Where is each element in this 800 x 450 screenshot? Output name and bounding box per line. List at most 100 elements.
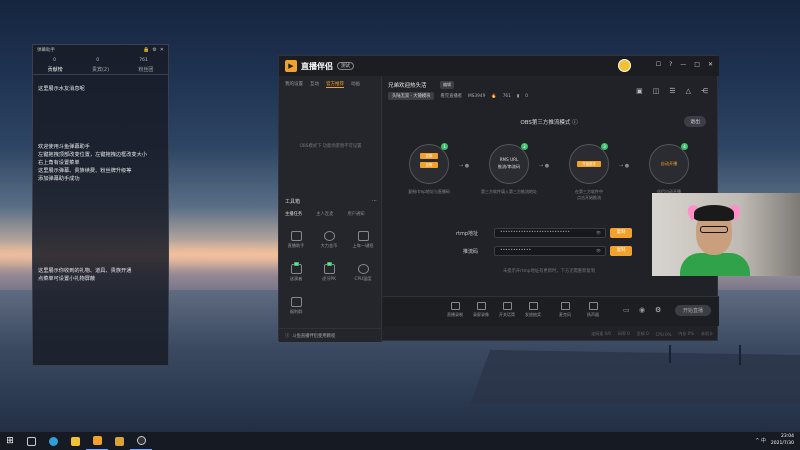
toolbar-label: 录屏录像 — [473, 312, 489, 317]
camera-icon — [476, 302, 486, 310]
webcam-person-shirt — [680, 253, 750, 276]
gear-icon[interactable]: ⚙ — [152, 47, 156, 53]
clock-time: 23:04 — [781, 434, 794, 439]
webcam-person-hair — [694, 205, 734, 221]
list-icon[interactable]: ☰ — [669, 87, 675, 95]
tab-animation[interactable]: 动画 — [351, 81, 360, 88]
status-bitrate: 码率 0 — [617, 331, 630, 336]
tool-sender[interactable]: N 送演者 — [282, 262, 310, 282]
step-copy-button[interactable]: 复制 — [420, 162, 438, 168]
step-number: 1 — [441, 143, 448, 150]
webcam-person-glasses — [700, 226, 728, 233]
bag-icon[interactable]: ◫ — [653, 87, 660, 95]
pier-illustration — [470, 345, 800, 405]
exit-obs-button[interactable]: 退出 — [684, 116, 706, 127]
help-icon[interactable]: ? — [669, 61, 672, 68]
stream-key-field[interactable]: •••••••••••• 👁 — [494, 246, 606, 256]
helper-tab-fans[interactable]: 粉丝团 — [138, 66, 153, 73]
maximize-icon[interactable]: □ — [694, 61, 700, 68]
info-icon: ⓘ — [285, 333, 290, 339]
tab-official[interactable]: 官方推荐 — [326, 81, 344, 88]
helper-stats: 0 0 761 — [33, 55, 168, 65]
obs-title-text: OBS第三方推流模式 — [520, 120, 571, 126]
tool-live-assistant[interactable]: 直播助手 — [282, 231, 310, 249]
room-category[interactable]: 头陆无双 · 大锤模块 — [388, 92, 435, 100]
new-badge: N — [327, 262, 332, 266]
helper-tab-contribution[interactable]: 贡献榜 — [48, 66, 63, 73]
live-companion-taskbar-icon[interactable] — [86, 432, 108, 450]
minimize-icon[interactable]: — — [680, 61, 686, 68]
rtmp-url-field[interactable]: ••••••••••••••••••••••••••• 👁 — [494, 228, 606, 238]
eye-icon[interactable]: 👁 — [596, 229, 601, 237]
obs-mode-title: OBS第三方推流模式 ⓘ — [384, 118, 714, 126]
windows-start-icon[interactable]: ⊞ — [0, 432, 20, 450]
tool-pk[interactable]: N 虎牙PK — [315, 262, 343, 282]
helper-titlebar[interactable]: 弹幕助手 🔒 ⚙ ✕ — [33, 45, 168, 55]
group-icon — [290, 297, 302, 307]
tab-interact[interactable]: 互动 — [310, 81, 319, 88]
lottery-button[interactable]: 发放抽奖 — [521, 302, 545, 318]
system-tray[interactable]: ^ 中 — [755, 437, 766, 444]
room-meta: 头陆无双 · 大锤模块 看完直播者 MS3949 🔥 761 ▮ 0 — [388, 92, 528, 100]
room-id: MS3949 — [467, 93, 486, 99]
helper-tab-vip[interactable]: 贵宾(2) — [92, 66, 109, 73]
room-title[interactable]: 兄弟欢迎热头活 — [388, 81, 427, 89]
step-copy-button[interactable]: 复制 — [420, 153, 438, 159]
app-name: 直播伴侣 — [301, 61, 333, 71]
app-taskbar-icon[interactable] — [108, 432, 130, 450]
help-circle-icon[interactable]: ⓘ — [572, 120, 578, 126]
folder-icon[interactable] — [64, 432, 86, 450]
eye-toggle-icon[interactable]: ◉ — [639, 306, 645, 314]
tutorial-link[interactable]: ⓘ 斗鱼直播伴侣使用教程 — [279, 328, 382, 342]
record-button[interactable]: 直播录制 — [443, 302, 467, 318]
app-titlebar[interactable]: ▶ 直播伴侣 测试 ☐ ? — □ ✕ — [279, 56, 719, 76]
obs-taskbar-icon[interactable] — [130, 432, 152, 450]
user-avatar[interactable] — [618, 59, 631, 72]
edit-title-button[interactable]: 编辑 — [440, 81, 454, 89]
hot-count: 761 — [502, 93, 511, 99]
start-live-button[interactable]: 开始直播 — [674, 305, 711, 316]
tutorial-label: 斗鱼直播伴侣使用教程 — [292, 333, 336, 339]
camera-toggle-icon[interactable]: ▭ — [623, 306, 630, 314]
viewer-count: 0 — [525, 93, 529, 99]
close-icon[interactable]: ✕ — [160, 47, 164, 53]
task-view-icon[interactable] — [20, 432, 42, 450]
assistant-icon — [290, 231, 302, 241]
copy-key-button[interactable]: 复制 — [610, 246, 632, 256]
thermometer-icon — [357, 264, 369, 274]
tool-label: 上车一键招 — [352, 243, 374, 248]
tool-welfare-group[interactable]: 福利群 — [282, 297, 310, 315]
skin-icon[interactable]: ☐ — [656, 61, 661, 68]
tab-my-settings[interactable]: 我的设置 — [285, 81, 303, 88]
system-clock[interactable]: 23:04 2021/7/30 — [771, 433, 794, 447]
gift-icon — [528, 302, 538, 310]
edge-icon[interactable] — [42, 432, 64, 450]
webcam-overlay — [652, 193, 800, 276]
shop-icon[interactable]: ▣ — [636, 87, 643, 95]
tool-gold-coin[interactable]: 大力金币 — [315, 231, 343, 249]
speaker-button[interactable]: 扬声器 — [581, 302, 605, 318]
tool-cpu-temp[interactable]: CPU温度 — [349, 264, 377, 282]
bell-icon[interactable]: △ — [686, 87, 691, 95]
tool-tab-notify[interactable]: 用户通知 — [347, 211, 364, 217]
danmaku-helper-window[interactable]: 弹幕助手 🔒 ⚙ ✕ 0 0 761 贡献榜 贵宾(2) 粉丝团 这里展示水友消… — [32, 44, 169, 366]
tool-tab-mic[interactable]: 主人连麦 — [316, 211, 333, 217]
lock-icon[interactable]: 🔒 — [143, 47, 149, 53]
tool-tab-tasks[interactable]: 主播任务 — [285, 211, 302, 217]
viewer-icon: ▮ — [516, 93, 520, 99]
share-icon[interactable]: ⋲ — [701, 87, 708, 95]
toolbox-title: 工具箱 — [285, 199, 301, 205]
mic-switch-button[interactable]: 开关话筒 — [495, 302, 519, 318]
screen-record-button[interactable]: 录屏录像 — [469, 302, 493, 318]
start-push-button[interactable]: 开始推流 — [577, 161, 601, 167]
toolbar-label: 发放抽奖 — [525, 312, 541, 317]
tool-label: 虎牙PK — [322, 276, 336, 281]
copy-rtmp-button[interactable]: 复制 — [610, 228, 632, 238]
microphone-button[interactable]: 麦克风 — [553, 302, 577, 318]
close-icon[interactable]: ✕ — [708, 61, 713, 68]
eye-icon[interactable]: 👁 — [596, 247, 601, 255]
tool-recruit[interactable]: 上车一键招 — [349, 231, 377, 249]
status-mem: 内存 0% — [678, 331, 694, 336]
settings-gear-icon[interactable]: ⚙ — [655, 306, 661, 314]
toolbox-more-icon[interactable]: ⋯ — [372, 198, 377, 205]
